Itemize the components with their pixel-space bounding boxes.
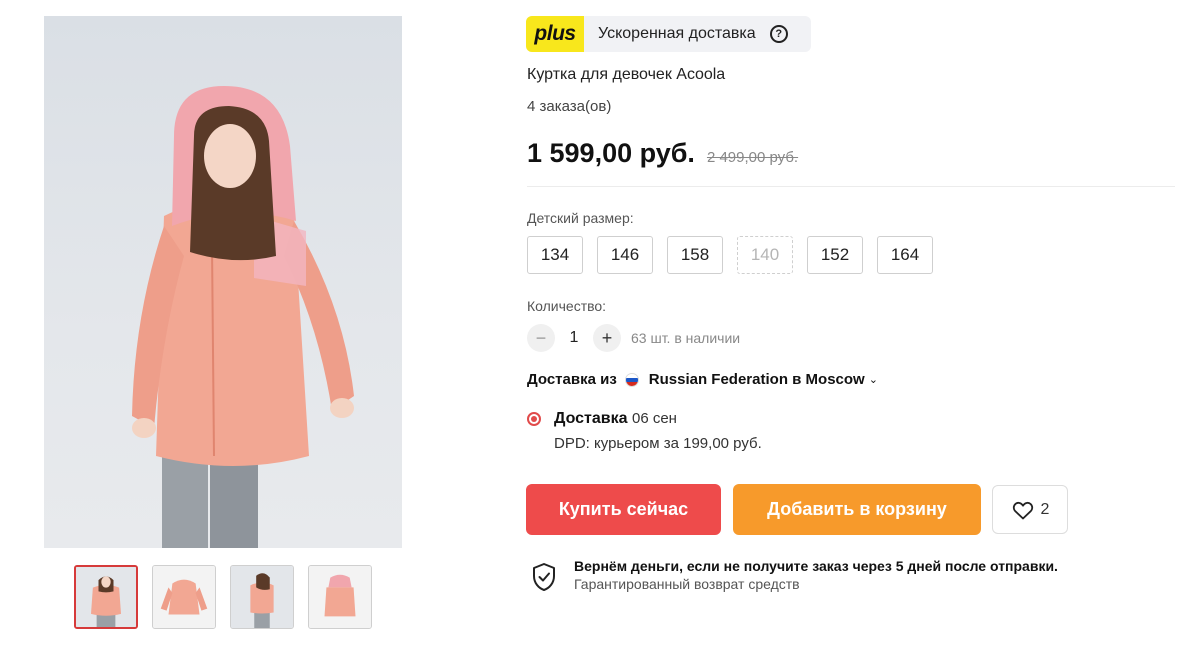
- main-product-image[interactable]: [44, 16, 402, 548]
- product-title: Куртка для девочек Acoola: [527, 66, 726, 83]
- size-option-140-unavailable: 140: [737, 236, 793, 274]
- thumbnail-girl-side-image: [231, 566, 293, 628]
- delivery-date: 06 сен: [631, 410, 677, 427]
- size-option-158[interactable]: 158: [667, 236, 723, 274]
- size-option-152[interactable]: 152: [807, 236, 863, 274]
- thumbnail-girl-front-image: [76, 567, 136, 627]
- guarantee-title: Вернём деньги, если не получите заказ че…: [574, 558, 1058, 574]
- size-selector: 134 146 158 140 152 164: [527, 236, 933, 274]
- plus-badge: plus: [526, 16, 584, 52]
- fast-delivery-label: Ускоренная доставка: [598, 25, 756, 42]
- delivery-radio-selected[interactable]: [527, 412, 541, 426]
- current-price: 1 599,00 руб.: [527, 138, 695, 168]
- thumbnail-3[interactable]: [230, 565, 294, 629]
- size-option-134[interactable]: 134: [527, 236, 583, 274]
- thumbnail-4[interactable]: [308, 565, 372, 629]
- quantity-label: Количество:: [527, 298, 607, 314]
- buy-now-button[interactable]: Купить сейчас: [526, 484, 721, 535]
- old-price: 2 499,00 руб.: [706, 149, 799, 166]
- delivery-detail: DPD: курьером за 199,00 руб.: [554, 435, 762, 452]
- order-count: 4 заказа(ов): [527, 98, 612, 115]
- guarantee-subtitle: Гарантированный возврат средств: [574, 576, 800, 592]
- thumbnail-jacket-flat-image: [153, 566, 215, 628]
- thumbnail-strip: [74, 565, 372, 629]
- russia-flag-icon: [624, 372, 639, 387]
- stock-count: 63 шт. в наличии: [631, 330, 741, 346]
- shipping-origin[interactable]: Доставка из Russian Federation в Moscow …: [527, 371, 878, 388]
- delivery-summary: Доставка 06 сен: [554, 410, 677, 428]
- quantity-stepper: − 1 + 63 шт. в наличии: [527, 324, 740, 352]
- quantity-increase-button[interactable]: +: [593, 324, 621, 352]
- wishlist-count: 2: [1040, 500, 1050, 518]
- shield-check-icon: [533, 563, 555, 591]
- size-label: Детский размер:: [527, 210, 634, 226]
- thumbnail-jacket-back-image: [309, 566, 371, 628]
- quantity-value[interactable]: 1: [555, 329, 593, 347]
- heart-icon: [1012, 501, 1033, 519]
- chevron-down-icon[interactable]: ⌄: [869, 373, 878, 386]
- shipping-origin-location: Russian Federation в Moscow: [648, 371, 865, 388]
- size-option-164[interactable]: 164: [877, 236, 933, 274]
- price-block: 1 599,00 руб. 2 499,00 руб.: [527, 138, 798, 169]
- girl-in-pink-jacket-illustration: [132, 86, 354, 548]
- divider: [527, 186, 1175, 187]
- quantity-decrease-button[interactable]: −: [527, 324, 555, 352]
- thumbnail-1[interactable]: [74, 565, 138, 629]
- question-circle-icon[interactable]: ?: [769, 25, 788, 43]
- delivery-method-title: Доставка: [554, 410, 628, 427]
- thumbnail-2[interactable]: [152, 565, 216, 629]
- add-to-cart-button[interactable]: Добавить в корзину: [733, 484, 981, 535]
- shipping-from-label: Доставка из: [527, 371, 617, 388]
- size-option-146[interactable]: 146: [597, 236, 653, 274]
- plus-delivery-banner: plus Ускоренная доставка ?: [526, 16, 811, 52]
- wishlist-button[interactable]: 2: [992, 485, 1068, 534]
